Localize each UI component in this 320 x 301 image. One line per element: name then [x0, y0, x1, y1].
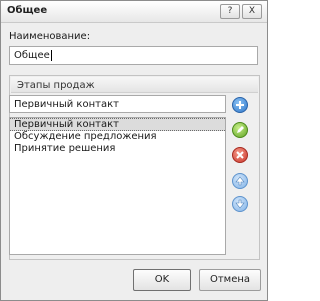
group-title: Этапы продаж — [17, 80, 95, 91]
ok-button[interactable]: OK — [133, 269, 191, 291]
list-item[interactable]: Обсуждение предложения — [10, 131, 225, 143]
stages-list[interactable]: Первичный контакт Обсуждение предложения… — [9, 117, 226, 255]
name-label: Наименование: — [9, 31, 91, 42]
dialog-window: Общее ? X Наименование: Общее Этапы прод… — [0, 0, 268, 301]
list-item[interactable]: Первичный контакт — [10, 118, 225, 131]
title-bar[interactable]: Общее ? X — [1, 1, 267, 23]
name-input[interactable]: Общее — [9, 46, 258, 65]
group-header: Этапы продаж — [11, 77, 258, 93]
name-input-value: Общее — [14, 50, 50, 61]
window-title: Общее — [7, 5, 48, 16]
help-button[interactable]: ? — [220, 4, 240, 19]
move-up-icon[interactable] — [232, 173, 248, 189]
move-down-icon[interactable] — [232, 196, 248, 212]
cancel-button[interactable]: Отмена — [199, 269, 261, 291]
close-button[interactable]: X — [242, 4, 262, 19]
text-caret — [50, 49, 52, 61]
list-item[interactable]: Принятие решения — [10, 143, 225, 155]
edit-icon[interactable] — [232, 122, 248, 138]
delete-icon[interactable] — [232, 147, 248, 163]
stage-name-input[interactable]: Первичный контакт — [9, 95, 226, 113]
add-icon[interactable] — [232, 97, 248, 113]
